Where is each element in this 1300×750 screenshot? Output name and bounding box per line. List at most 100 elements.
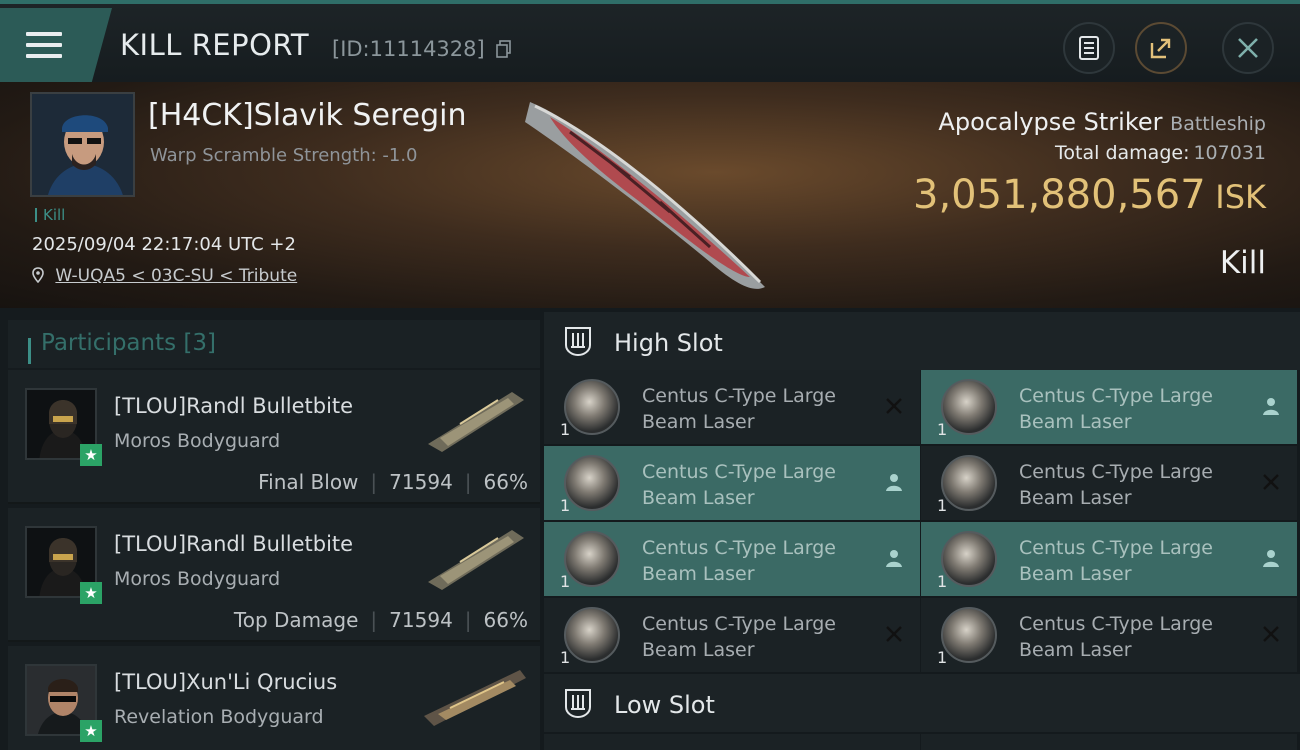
participant-ship-image	[424, 670, 526, 726]
participant-ship: Moros Bodyguard	[114, 568, 281, 590]
star-icon: ★	[80, 444, 102, 466]
module-quantity: 1	[937, 648, 948, 667]
result-label: Kill	[1219, 245, 1266, 281]
beam-laser-icon	[564, 455, 620, 511]
total-damage: Total damage: 107031	[1055, 142, 1266, 164]
star-icon: ★	[80, 582, 102, 604]
destroyed-icon	[1263, 474, 1279, 490]
module-slot[interactable]: 1 Centus C-Type Large Beam Laser	[921, 598, 1297, 672]
participant-stats: Top Damage | 71594 | 66%	[233, 608, 528, 632]
destroyed-icon	[886, 398, 902, 414]
participants-panel: Participants [3] ★ [TLOU]Randl Bulletbit…	[0, 308, 540, 750]
participant-row[interactable]: ★ [TLOU]Randl Bulletbite Moros Bodyguard…	[8, 508, 540, 642]
module-slot[interactable]: 1 Centus C-Type Large Beam Laser	[544, 446, 920, 520]
participant-ship-image	[428, 530, 524, 590]
kill-datetime: 2025/09/04 22:17:04 UTC +2	[32, 234, 296, 255]
location-pin-icon	[32, 267, 44, 284]
warp-scramble-strength: Warp Scramble Strength: -1.0	[150, 145, 418, 166]
module-quantity: 1	[560, 648, 571, 667]
participant-name[interactable]: [TLOU]Xun'Li Qrucius	[114, 670, 337, 694]
participant-percent: 66%	[483, 608, 528, 632]
module-quantity: 1	[937, 496, 948, 515]
participant-ship-image	[428, 392, 524, 452]
victim-name[interactable]: [H4CK]Slavik Seregin	[148, 98, 466, 133]
menu-button[interactable]	[0, 8, 112, 82]
beam-laser-icon	[941, 455, 997, 511]
module-quantity: 1	[937, 572, 948, 591]
beam-laser-icon	[564, 531, 620, 587]
menu-icon	[26, 32, 62, 62]
dropped-person-icon	[886, 550, 902, 567]
beam-laser-icon	[941, 379, 997, 435]
close-button[interactable]	[1222, 22, 1274, 74]
total-damage-value: 107031	[1193, 142, 1266, 164]
module-quantity: 1	[560, 420, 571, 439]
star-icon: ★	[80, 720, 102, 742]
participant-percent: 66%	[483, 470, 528, 494]
low-slot-header[interactable]: Low Slot	[544, 674, 1300, 732]
share-icon	[1150, 38, 1171, 59]
fitting-panel: High Slot 1 Centus C-Type Large Beam Lase…	[540, 308, 1300, 750]
module-name: Centus C-Type Large Beam Laser	[1019, 461, 1213, 509]
module-name: Centus C-Type Large Beam Laser	[642, 461, 836, 509]
victim-portrait[interactable]	[30, 92, 135, 197]
module-slot[interactable]: 1 Centus C-Type Large Beam Laser	[544, 522, 920, 596]
module-slot[interactable]	[921, 734, 1297, 750]
kill-tag: Kill	[35, 206, 65, 224]
high-slot-icon	[565, 327, 591, 357]
beam-laser-icon	[564, 379, 620, 435]
victim-ship-name: Apocalypse Striker	[938, 108, 1163, 136]
participant-name[interactable]: [TLOU]Randl Bulletbite	[114, 532, 353, 556]
dropped-person-icon	[886, 474, 902, 491]
participants-title: Participants [3]	[41, 330, 216, 356]
document-button[interactable]	[1063, 22, 1115, 74]
victim-ship[interactable]: Apocalypse Striker Battleship	[938, 108, 1266, 136]
kill-location[interactable]: W-UQA5 < 03C-SU < Tribute	[32, 266, 297, 286]
participant-row[interactable]: ★ [TLOU]Randl Bulletbite Moros Bodyguard…	[8, 370, 540, 504]
destroyed-icon	[1263, 626, 1279, 642]
module-slot[interactable]: 1 Centus C-Type Large Beam Laser	[544, 598, 920, 672]
beam-laser-icon	[941, 607, 997, 663]
module-slot[interactable]: 1 Centus C-Type Large Beam Laser	[544, 370, 920, 444]
location-link[interactable]: W-UQA5 < 03C-SU < Tribute	[55, 266, 297, 286]
report-id: [ID:11114328]	[332, 37, 485, 61]
document-icon	[1079, 36, 1099, 60]
module-slot[interactable]: 1 Centus C-Type Large Beam Laser	[921, 522, 1297, 596]
module-slot[interactable]: 1 Centus C-Type Large Beam Laser	[921, 370, 1297, 444]
participant-damage: 71594	[389, 470, 453, 494]
module-name: Centus C-Type Large Beam Laser	[1019, 385, 1213, 433]
module-name: Centus C-Type Large Beam Laser	[642, 613, 836, 661]
module-name: Centus C-Type Large Beam Laser	[1019, 537, 1213, 585]
module-name: Centus C-Type Large Beam Laser	[1019, 613, 1213, 661]
close-icon	[1238, 38, 1258, 58]
total-damage-label: Total damage:	[1055, 142, 1190, 164]
beam-laser-icon	[564, 607, 620, 663]
beam-laser-icon	[941, 531, 997, 587]
destroyed-icon	[886, 626, 902, 642]
victim-ship-image	[525, 102, 765, 289]
module-quantity: 1	[937, 420, 948, 439]
low-slot-icon	[565, 689, 591, 719]
avatar	[32, 94, 133, 195]
isk-unit: ISK	[1215, 178, 1266, 216]
module-name: Centus C-Type Large Beam Laser	[642, 385, 836, 433]
participant-role: Final Blow	[258, 470, 359, 494]
module-name: Centus C-Type Large Beam Laser	[642, 537, 836, 585]
dropped-person-icon	[1263, 550, 1279, 567]
participant-name[interactable]: [TLOU]Randl Bulletbite	[114, 394, 353, 418]
participant-ship: Revelation Bodyguard	[114, 706, 324, 728]
participant-row[interactable]: ★ [TLOU]Xun'Li Qrucius Revelation Bodygu…	[8, 646, 540, 750]
header-bar: KILL REPORT [ID:11114328]	[0, 0, 1300, 82]
module-quantity: 1	[560, 572, 571, 591]
isk-value: 3,051,880,567	[913, 172, 1206, 218]
victim-ship-class: Battleship	[1170, 113, 1266, 135]
copy-icon[interactable]	[496, 40, 512, 58]
participant-ship: Moros Bodyguard	[114, 430, 281, 452]
high-slot-label: High Slot	[614, 329, 723, 357]
module-quantity: 1	[560, 496, 571, 515]
share-button[interactable]	[1135, 22, 1187, 74]
module-slot[interactable]: 1 Centus C-Type Large Beam Laser	[921, 446, 1297, 520]
module-slot[interactable]	[544, 734, 920, 750]
low-slot-label: Low Slot	[614, 691, 715, 719]
high-slot-header[interactable]: High Slot	[544, 312, 1300, 370]
